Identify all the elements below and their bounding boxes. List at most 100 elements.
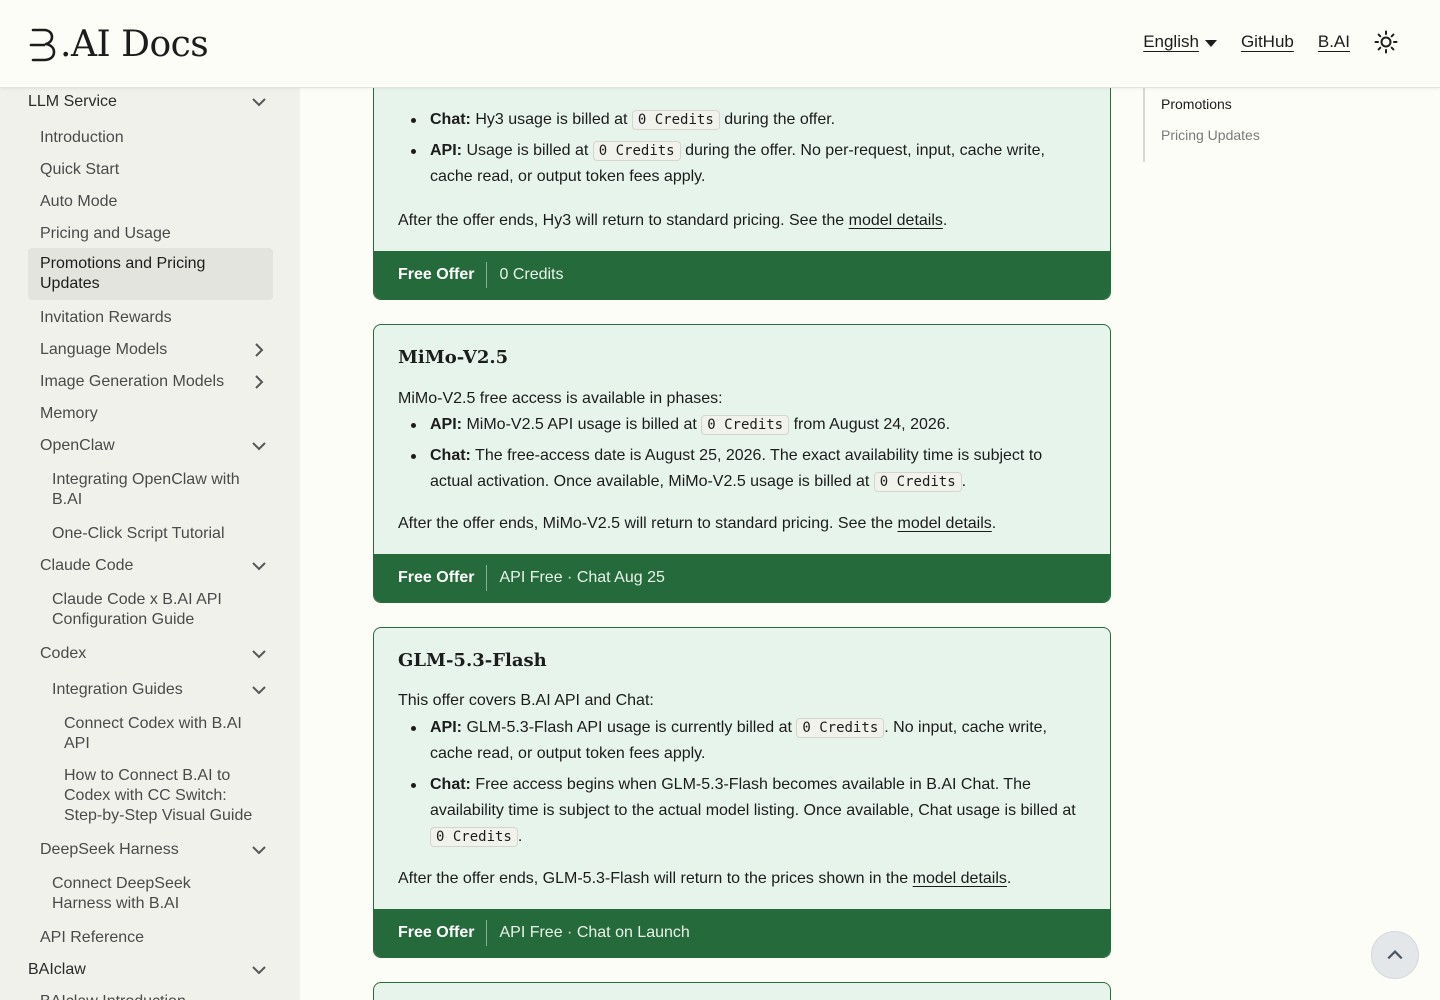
card-title: GLM-5.3-Flash <box>398 650 547 671</box>
sidebar-item-label: Integrating OpenClaw with B.AI <box>52 471 240 508</box>
table-of-contents: Promotions Pricing Updates <box>1143 88 1343 162</box>
sidebar-item-openclaw[interactable]: OpenClaw <box>28 436 273 456</box>
sidebar-item-llm-service[interactable]: LLM Service <box>28 92 273 112</box>
sidebar-item-label: One-Click Script Tutorial <box>52 525 225 542</box>
offer-value: API Free · Chat Aug 25 <box>499 569 665 586</box>
offer-footer: Free Offer 0 Credits <box>374 251 1110 299</box>
scroll-to-top-button[interactable] <box>1371 931 1419 979</box>
github-link[interactable]: GitHub <box>1241 32 1294 52</box>
sidebar-item-image-generation-models[interactable]: Image Generation Models <box>28 372 273 392</box>
card-title: MiMo-V2.5 <box>398 347 509 368</box>
offer-footer: Free Offer API Free · Chat on Launch <box>374 909 1110 957</box>
offer-value: 0 Credits <box>499 266 564 283</box>
header-nav: English GitHub B.AI <box>1143 30 1398 54</box>
sidebar-item-memory[interactable]: Memory <box>28 404 273 424</box>
chevron-down-icon[interactable] <box>251 94 267 110</box>
free-offer-tag: Free Offer <box>398 262 488 288</box>
sidebar-item-promotions[interactable]: Promotions and Pricing Updates <box>28 248 273 300</box>
logo-text: .AI Docs <box>60 24 209 65</box>
sidebar-item-integrating-openclaw[interactable]: Integrating OpenClaw with B.AI <box>28 470 273 510</box>
sidebar-item-label: Auto Mode <box>40 193 118 210</box>
chevron-down-icon[interactable] <box>251 842 267 858</box>
credits-code: 0 Credits <box>592 141 681 161</box>
sidebar-item-label: Introduction <box>40 129 124 146</box>
language-label[interactable]: English <box>1143 32 1199 52</box>
sidebar-item-api-reference[interactable]: API Reference <box>28 928 273 948</box>
list-item: Chat: Free access begins when GLM-5.3-Fl… <box>398 772 1088 850</box>
chevron-down-icon[interactable] <box>251 438 267 454</box>
sidebar-item-label: Image Generation Models <box>40 373 225 390</box>
sidebar-item-connect-deepseek[interactable]: Connect DeepSeek Harness with B.AI <box>28 874 273 914</box>
sidebar-item-label: Connect Codex with B.AI API <box>64 715 242 752</box>
sidebar-item-pricing-and-usage[interactable]: Pricing and Usage <box>28 224 273 244</box>
sidebar-item-label: Integration Guides <box>52 681 183 698</box>
list-item: API: Usage is billed at 0 Credits during… <box>398 138 1088 190</box>
chevron-right-icon[interactable] <box>251 342 267 358</box>
after-offer-text: After the offer ends, Hy3 will return to… <box>398 212 948 229</box>
sidebar-item-introduction[interactable]: Introduction <box>28 128 273 148</box>
offer-list: API: GLM-5.3-Flash API usage is currentl… <box>398 715 1088 855</box>
sidebar-item-label: BAIclaw Introduction <box>40 992 186 1000</box>
sidebar-item-integration-guides[interactable]: Integration Guides <box>28 680 273 700</box>
sidebar-item-one-click-script[interactable]: One-Click Script Tutorial <box>28 524 273 544</box>
card-intro: MiMo-V2.5 free access is available in ph… <box>398 390 723 407</box>
credits-code: 0 Credits <box>796 718 885 738</box>
chevron-down-icon[interactable] <box>251 558 267 574</box>
sidebar-item-label: DeepSeek Harness <box>40 841 179 858</box>
model-details-link[interactable]: model details <box>898 515 992 532</box>
logo-mark-icon <box>29 28 56 61</box>
sidebar-item-label: Pricing and Usage <box>40 225 171 242</box>
sidebar-item-label: Connect DeepSeek Harness with B.AI <box>52 875 191 912</box>
sun-icon[interactable] <box>1374 30 1398 54</box>
chevron-down-icon[interactable] <box>251 962 267 978</box>
offer-footer: Free Offer API Free · Chat Aug 25 <box>374 554 1110 602</box>
chevron-right-icon[interactable] <box>251 374 267 390</box>
free-offer-tag: Free Offer <box>398 565 488 591</box>
card-intro: This offer covers B.AI API and Chat: <box>398 692 654 709</box>
toc-item-pricing-updates[interactable]: Pricing Updates <box>1161 127 1260 143</box>
sidebar-item-label: Memory <box>40 405 98 422</box>
sidebar-item-codex[interactable]: Codex <box>28 644 273 664</box>
sidebar-item-claude-code-config[interactable]: Claude Code x B.AI API Configuration Gui… <box>28 590 273 630</box>
list-item: Chat: The free-access date is August 25,… <box>398 443 1088 495</box>
bai-link[interactable]: B.AI <box>1318 32 1350 52</box>
sidebar-item-label: OpenClaw <box>40 437 115 454</box>
sidebar-item-label: BAIclaw <box>28 961 86 978</box>
credits-code: 0 Credits <box>873 472 962 492</box>
offer-card-mimo: MiMo-V2.5 MiMo-V2.5 free access is avail… <box>373 324 1111 603</box>
sidebar-item-label: LLM Service <box>28 93 117 110</box>
model-details-link[interactable]: model details <box>849 212 943 229</box>
sidebar-item-label: Codex <box>40 645 87 662</box>
model-details-link[interactable]: model details <box>913 870 1007 887</box>
sidebar-item-language-models[interactable]: Language Models <box>28 340 273 360</box>
sidebar-item-quick-start[interactable]: Quick Start <box>28 160 273 180</box>
sidebar-item-claude-code[interactable]: Claude Code <box>28 556 273 576</box>
sidebar-item-auto-mode[interactable]: Auto Mode <box>28 192 273 212</box>
chevron-down-icon[interactable] <box>251 646 267 662</box>
sidebar-item-label: Invitation Rewards <box>40 309 172 326</box>
toc-item-promotions[interactable]: Promotions <box>1161 96 1232 112</box>
sidebar-item-baiclaw[interactable]: BAIclaw <box>28 960 273 980</box>
sidebar-nav: LLM Service Introduction Quick Start Aut… <box>0 88 300 1000</box>
site-logo[interactable]: .AI Docs <box>28 24 209 65</box>
sidebar-item-label: How to Connect B.AI to Codex with CC Swi… <box>64 767 253 824</box>
sidebar-item-label: API Reference <box>40 929 145 946</box>
credits-code: 0 Credits <box>701 415 790 435</box>
sidebar-item-label: Promotions and Pricing Updates <box>40 255 206 292</box>
chevron-down-icon[interactable] <box>251 682 267 698</box>
sidebar-item-connect-codex[interactable]: Connect Codex with B.AI API <box>28 714 273 754</box>
after-offer-text: After the offer ends, GLM-5.3-Flash will… <box>398 870 1012 887</box>
sidebar-item-deepseek-harness[interactable]: DeepSeek Harness <box>28 840 273 860</box>
credits-code: 0 Credits <box>430 827 518 847</box>
credits-code: 0 Credits <box>631 110 720 130</box>
language-selector[interactable]: English <box>1143 32 1217 52</box>
after-offer-text: After the offer ends, MiMo-V2.5 will ret… <box>398 515 997 532</box>
free-offer-tag: Free Offer <box>398 920 488 946</box>
top-header: .AI Docs English GitHub B.AI <box>0 0 1440 88</box>
offer-list: API: MiMo-V2.5 API usage is billed at 0 … <box>398 412 1088 500</box>
sidebar-item-cc-switch-guide[interactable]: How to Connect B.AI to Codex with CC Swi… <box>28 766 273 826</box>
sidebar-item-invitation-rewards[interactable]: Invitation Rewards <box>28 308 273 328</box>
sidebar-item-baiclaw-intro[interactable]: BAIclaw Introduction <box>28 992 273 1000</box>
list-item: API: MiMo-V2.5 API usage is billed at 0 … <box>398 412 1088 438</box>
sidebar-item-label: Quick Start <box>40 161 120 178</box>
